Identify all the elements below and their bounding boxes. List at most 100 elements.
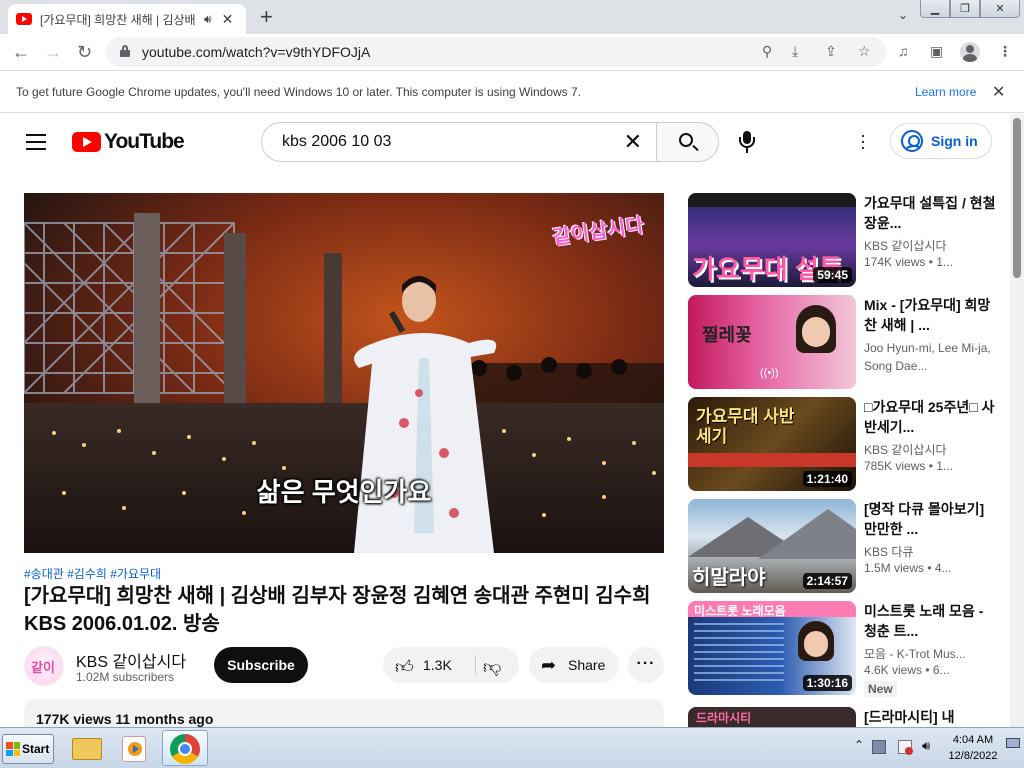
recommendation-views: 4.6K views • 6... [864,663,950,677]
recommendation-thumbnail[interactable]: 미스트롯 노래모음 1:30:16 [688,601,856,695]
reload-icon[interactable]: ↻ [77,42,92,62]
subscriber-count: 1.02M subscribers [76,670,175,684]
clear-search-icon[interactable]: ✕ [624,129,642,155]
recommendation-title[interactable]: [드라마시티] 내 [864,707,998,727]
window-close-button[interactable]: ✕ [980,0,1020,18]
recommendation-views: 174K views • 1... [864,255,953,269]
recommendation-channel[interactable]: Joo Hyun-mi, Lee Mi-ja, Song Dae... [864,339,998,375]
share-button[interactable]: ➦ Share [529,647,619,683]
search-input[interactable]: kbs 2006 10 03 ✕ [261,122,656,162]
settings-more-icon[interactable]: · · · [860,126,866,156]
install-icon[interactable]: ⤓ [792,43,798,60]
recommendation-channel[interactable]: KBS 같이삽시다 [864,237,998,254]
recommendation-thumbnail[interactable]: 가요무대 설특 59:45 [688,193,856,287]
sign-in-button[interactable]: Sign in [890,123,992,159]
recommendation-item[interactable]: 미스트롯 노래모음 1:30:16 미스트롯 노래 모음 - 청춘 트... 모… [688,601,998,697]
restore-button[interactable]: ❐ [950,0,980,18]
windows-logo-icon [6,742,20,756]
youtube-logo[interactable]: YouTube [72,130,185,154]
thumbnail-text: 가요무대 사반세기 [696,407,795,446]
url-text[interactable]: youtube.com/watch?v=v9thYDFOJjA [142,44,370,60]
speaker-icon[interactable]: 🔊︎ [204,12,212,27]
action-center-icon[interactable] [872,740,886,754]
like-count[interactable]: 1.3K [423,657,452,673]
forward-arrow-icon[interactable]: → [44,42,62,62]
address-bar[interactable]: youtube.com/watch?v=v9thYDFOJjA ⚲ ⤓ ⇪ ☆ [106,37,886,67]
volume-icon[interactable]: 🔊︎ [922,738,936,753]
recommendation-channel[interactable]: 모음 - K-Trot Mus... [864,645,998,662]
taskbar-media-player[interactable] [112,730,158,766]
page-scrollbar[interactable] [1010,114,1024,727]
recommendation-thumbnail[interactable]: 찔레꽃 ((•)) [688,295,856,389]
minimize-button[interactable]: ▁ [920,0,950,18]
video-hashtags[interactable]: #송대관 #김수희 #가요무대 [24,565,161,582]
search-query[interactable]: kbs 2006 10 03 [282,133,391,151]
learn-more-link[interactable]: Learn more [915,85,976,99]
show-hidden-icons-chevron-icon[interactable]: ⌃ [854,738,864,752]
taskbar-chrome[interactable] [162,730,208,766]
back-arrow-icon[interactable]: ← [12,42,30,62]
network-warning-icon[interactable] [898,740,913,755]
window-controls: ▁ ❐ ✕ [920,0,1020,18]
recommendation-thumbnail[interactable]: 가요무대 사반세기 1:21:40 [688,397,856,491]
chrome-menu-icon[interactable]: ⋮ [998,43,1012,60]
recommendation-item[interactable]: 히말라야 2:14:57 [명작 다큐 몰아보기] 만만한 ... KBS 다큐… [688,499,998,593]
like-dislike-bar: 👍︎ 1.3K 👎︎ [383,647,519,683]
recommendation-title[interactable]: Mix - [가요무대] 희망찬 새해 | ... [864,295,998,335]
share-label: Share [568,657,606,673]
recommendation-channel[interactable]: KBS 다큐 [864,543,998,560]
voice-search-mic-icon[interactable] [739,131,755,153]
recommendation-channel[interactable]: KBS 같이삽시다 [864,441,998,458]
recommendation-title[interactable]: □가요무대 25주년□ 사반세기... [864,397,998,437]
start-button[interactable]: Start [2,734,54,764]
thumbnail-text: 드라마시티 [696,711,752,725]
clock-time[interactable]: 4:04 AM [946,734,1000,746]
thumbs-up-icon[interactable]: 👍︎ [395,656,414,678]
recommendation-item[interactable]: 드라마시티 [드라마시티] 내 [688,707,998,727]
tab-close-icon[interactable]: ✕ [222,11,234,28]
browser-tab[interactable]: [가요무대] 희망찬 새해 | 김상배 🔊︎ ✕ [8,4,246,34]
recommendation-views: 1.5M views • 4... [864,561,952,575]
youtube-favicon-icon [16,13,32,25]
video-duration: 1:30:16 [802,675,852,691]
recommendation-item[interactable]: 가요무대 설특 59:45 가요무대 설특집 / 현철 장윤... KBS 같이… [688,193,998,287]
new-tab-button[interactable]: + [260,6,273,28]
chrome-icon [170,734,200,764]
recommendation-thumbnail[interactable]: 히말라야 2:14:57 [688,499,856,593]
bookmark-star-icon[interactable]: ☆ [858,43,871,60]
recommendation-views: 785K views • 1... [864,459,953,473]
tab-search-chevron-icon[interactable]: ⌄ [898,8,908,22]
channel-avatar[interactable]: 같이 [24,646,64,686]
folder-icon [72,738,102,760]
search-button[interactable] [656,122,719,162]
channel-name[interactable]: KBS 같이삽시다 [76,648,186,672]
share-arrow-icon: ➦ [541,655,557,675]
menu-hamburger-icon[interactable] [26,134,46,150]
share-page-icon[interactable]: ⇪ [825,43,837,60]
zoom-search-icon[interactable]: ⚲ [762,43,772,60]
recommendation-title[interactable]: 가요무대 설특집 / 현철 장윤... [864,193,998,233]
taskbar-explorer[interactable] [64,730,110,766]
video-player[interactable]: 같이삽시다 삶은 무엇인가요 [24,193,664,553]
more-actions-button[interactable]: ··· [628,647,664,683]
thumbs-down-icon[interactable]: 👎︎ [483,656,501,678]
recommendation-thumbnail[interactable]: 드라마시티 [688,707,856,727]
youtube-play-logo-icon [72,132,101,152]
clock-date[interactable]: 12/8/2022 [946,750,1000,762]
profile-avatar-icon[interactable] [960,42,980,62]
subscribe-button[interactable]: Subscribe [214,647,308,683]
youtube-logo-text: YouTube [104,130,185,153]
side-panel-icon[interactable]: ▣ [930,43,943,60]
video-duration: 2:14:57 [802,573,852,589]
recommendation-item[interactable]: 가요무대 사반세기 1:21:40 □가요무대 25주년□ 사반세기... KB… [688,397,998,491]
recommendation-title[interactable]: 미스트롯 노래 모음 - 청춘 트... [864,601,998,641]
recommendation-item[interactable]: 찔레꽃 ((•)) Mix - [가요무대] 희망찬 새해 | ... Joo … [688,295,998,389]
recommendation-title[interactable]: [명작 다큐 몰아보기] 만만한 ... [864,499,998,539]
media-control-icon[interactable]: ♫ [898,43,909,59]
scrollbar-thumb[interactable] [1013,118,1021,278]
lock-icon[interactable] [120,45,130,57]
channel-avatar-logo-icon: 같이 [31,660,55,675]
infobar-close-icon[interactable]: ✕ [992,82,1005,102]
show-desktop-monitor-icon[interactable] [1006,738,1020,752]
chrome-toolbar: ← → ↻ youtube.com/watch?v=v9thYDFOJjA ⚲ … [0,34,1024,70]
